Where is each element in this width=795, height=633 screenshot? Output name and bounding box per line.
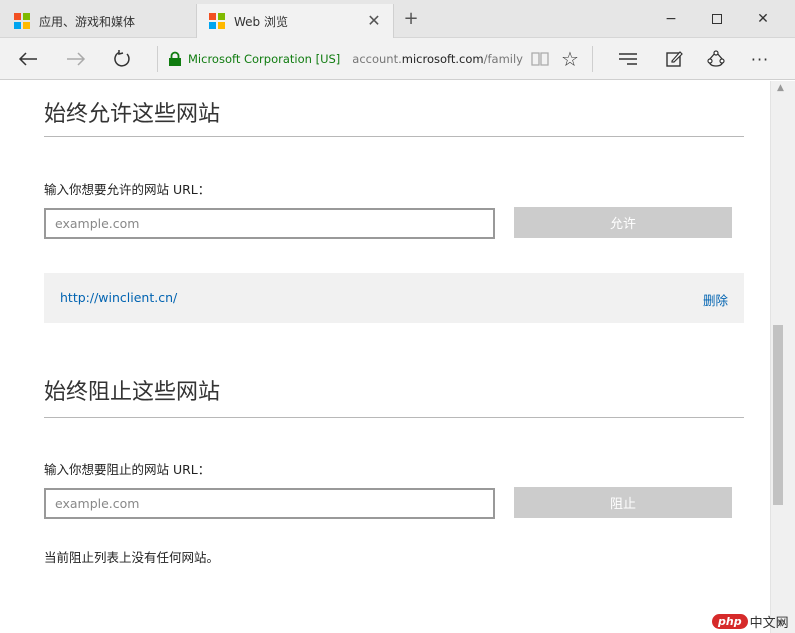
hub-icon [619, 53, 637, 65]
web-note-icon [666, 51, 683, 67]
address-url: account.microsoft.com/family [352, 52, 523, 66]
share-button[interactable] [702, 46, 730, 72]
scrollbar-thumb[interactable] [773, 325, 783, 505]
block-button[interactable]: 阻止 [514, 487, 732, 518]
reading-view-button[interactable] [526, 46, 554, 72]
more-button[interactable]: ··· [746, 46, 774, 72]
favorite-icon: ☆ [561, 47, 579, 71]
tab-web-browsing[interactable]: Web 浏览 ✕ [196, 4, 394, 38]
block-section-divider [44, 417, 744, 418]
web-note-button[interactable] [660, 46, 688, 72]
watermark: php 中文网 [712, 612, 789, 631]
page-content: 始终允许这些网站 输入你想要允许的网站 URL： 允许 http://wincl… [0, 81, 770, 633]
refresh-icon [114, 50, 130, 67]
allow-section-title: 始终允许这些网站 [44, 102, 221, 127]
microsoft-logo-icon [209, 13, 225, 29]
allow-button[interactable]: 允许 [514, 207, 732, 238]
watermark-badge: php [712, 614, 748, 629]
allow-url-input[interactable] [44, 208, 495, 239]
allow-section-divider [44, 136, 744, 137]
back-button[interactable] [14, 46, 42, 72]
new-tab-button[interactable]: + [402, 10, 420, 28]
maximize-icon [712, 14, 722, 24]
tab-label: Web 浏览 [234, 14, 288, 29]
forward-button[interactable] [62, 46, 90, 72]
url-domain: microsoft.com [401, 52, 484, 66]
tab-bar: 应用、游戏和媒体 Web 浏览 ✕ + − ✕ [0, 0, 795, 38]
vertical-scrollbar[interactable]: ▲ ▼ [770, 81, 795, 633]
allow-input-label: 输入你想要允许的网站 URL： [44, 182, 211, 197]
block-url-input[interactable] [44, 488, 495, 519]
remove-site-button[interactable]: 删除 [703, 290, 728, 309]
navigation-bar: Microsoft Corporation [US] account.micro… [0, 38, 795, 80]
lock-icon [169, 51, 181, 66]
more-icon: ··· [750, 49, 770, 69]
share-icon [707, 50, 725, 67]
favorite-button[interactable]: ☆ [556, 46, 584, 72]
maximize-button[interactable] [694, 6, 740, 32]
url-prefix: account. [352, 52, 402, 66]
reading-view-icon [531, 52, 549, 66]
site-identity: Microsoft Corporation [US] [188, 52, 341, 66]
tab-apps-games-media[interactable]: 应用、游戏和媒体 [0, 4, 194, 38]
close-tab-icon[interactable]: ✕ [365, 12, 383, 30]
url-path: /family [483, 52, 523, 66]
watermark-text: 中文网 [749, 616, 789, 631]
divider [157, 46, 158, 72]
refresh-button[interactable] [108, 46, 136, 72]
block-input-label: 输入你想要阻止的网站 URL： [44, 462, 211, 477]
scroll-up-icon[interactable]: ▲ [777, 83, 784, 93]
close-window-button[interactable]: ✕ [740, 6, 786, 32]
minimize-button[interactable]: − [648, 6, 694, 32]
back-icon [18, 52, 37, 66]
tab-label: 应用、游戏和媒体 [39, 14, 136, 29]
block-list-empty-message: 当前阻止列表上没有任何网站。 [44, 550, 220, 565]
forward-icon [67, 52, 86, 66]
divider [592, 46, 593, 72]
hub-button[interactable] [614, 46, 642, 72]
allowed-site-url[interactable]: http://winclient.cn/ [60, 290, 177, 305]
microsoft-logo-icon [14, 13, 30, 29]
allowed-site-row: http://winclient.cn/ 删除 [44, 273, 744, 323]
block-section-title: 始终阻止这些网站 [44, 380, 221, 405]
address-bar[interactable]: Microsoft Corporation [US] account.micro… [168, 46, 524, 72]
